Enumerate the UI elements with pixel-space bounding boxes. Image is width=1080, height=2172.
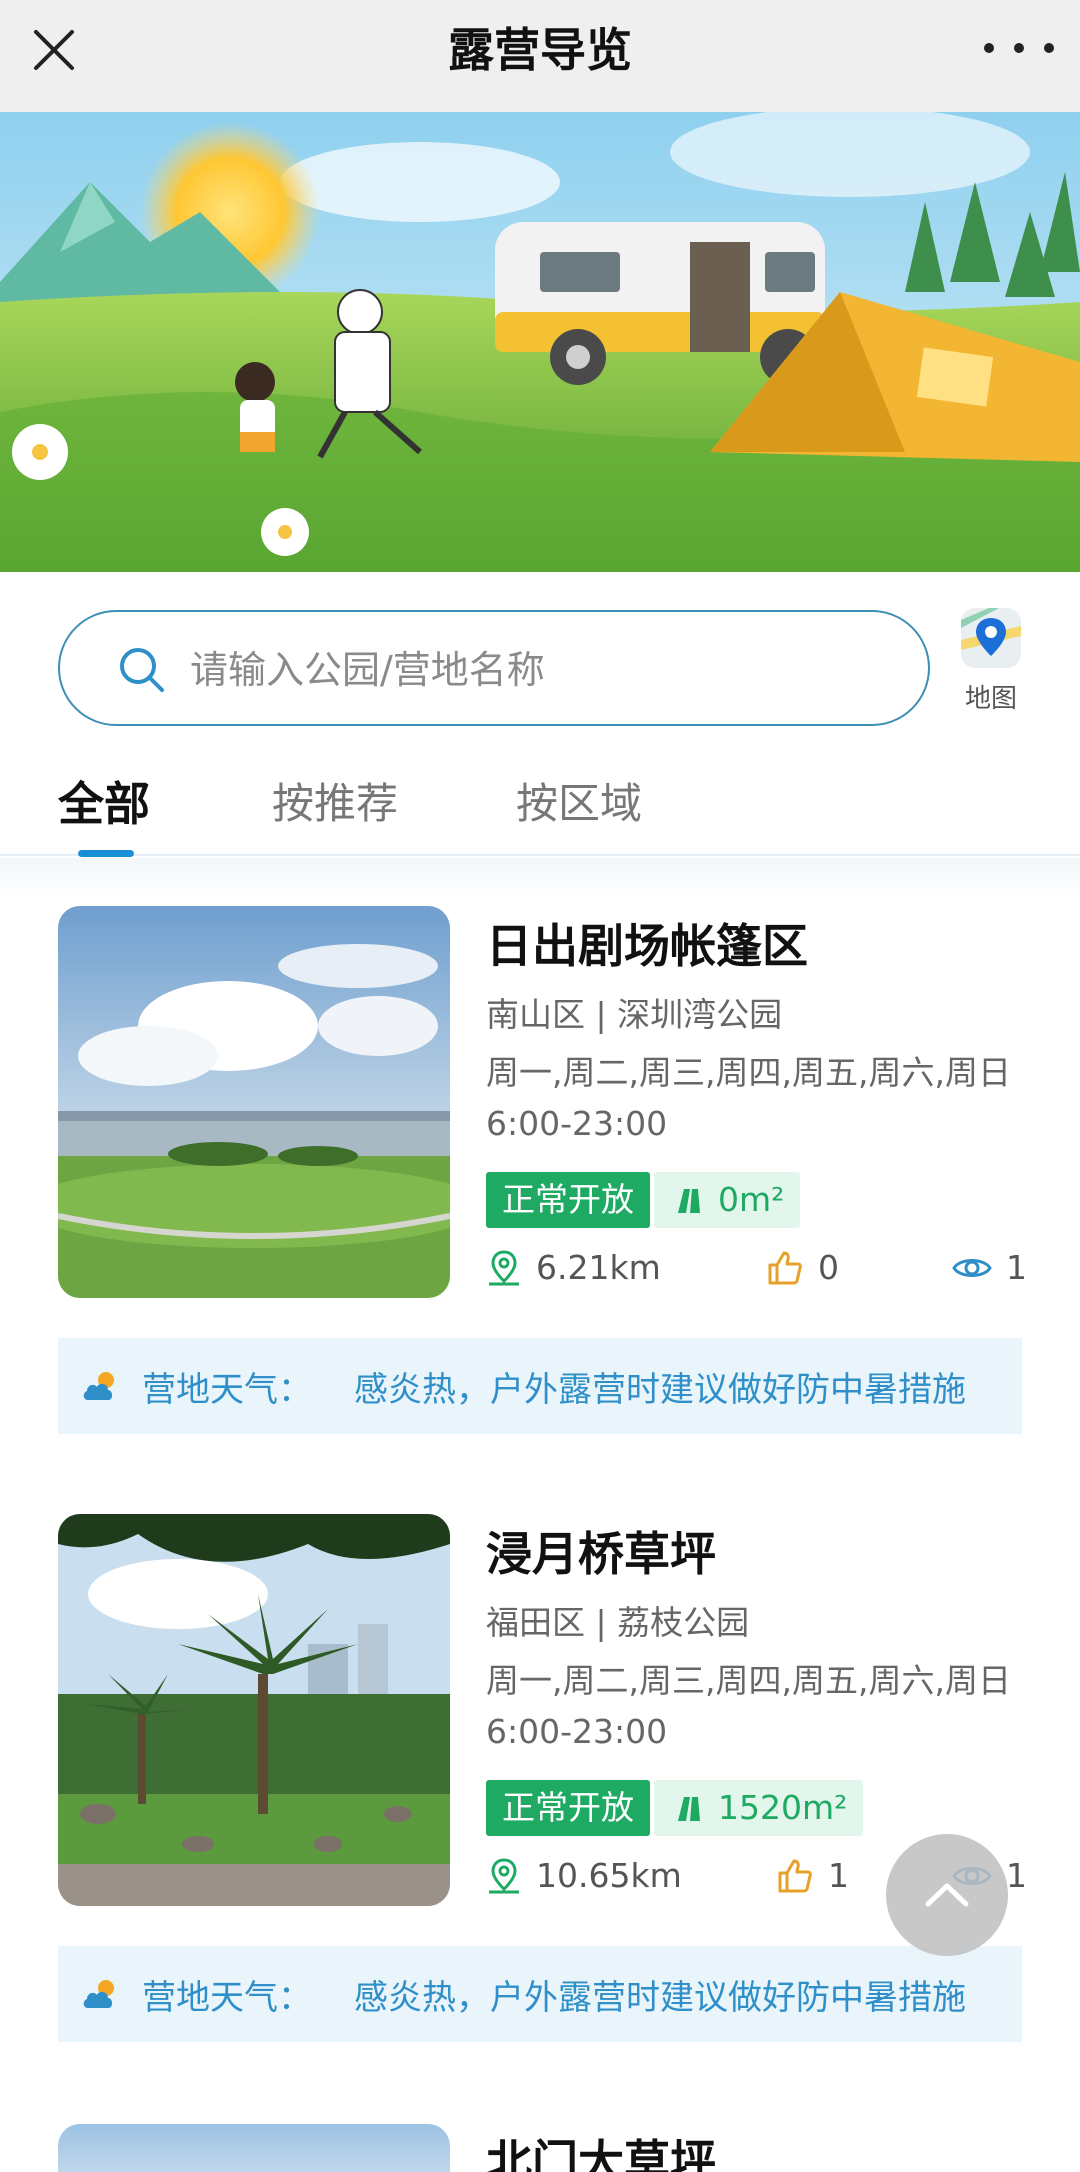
- like-count: 1: [828, 1856, 849, 1895]
- like-stat[interactable]: 1: [776, 1856, 849, 1895]
- map-label: 地图: [964, 684, 1017, 714]
- search-input[interactable]: [190, 640, 890, 700]
- campsite-card[interactable]: 浸月桥草坪 福田区 | 荔枝公园 周一,周二,周三,周四,周五,周六,周日 6:…: [0, 1514, 1080, 2114]
- weather-bar: 营地天气： 感炎热，户外露营时建议做好防中暑措施: [58, 1946, 1022, 2042]
- page-title: 露营导览: [448, 23, 632, 77]
- distance-stat: 10.65km: [486, 1856, 682, 1895]
- view-count: 1: [1006, 1856, 1027, 1895]
- location-pin-icon: [489, 1857, 519, 1893]
- campsite-photo: [58, 906, 450, 1298]
- weather-bar: 营地天气： 感炎热，户外露营时建议做好防中暑措施: [58, 1338, 1022, 1434]
- open-hours: 6:00-23:00: [486, 1104, 668, 1143]
- weather-cloud-icon: [83, 1980, 114, 2008]
- weather-text: 感炎热，户外露营时建议做好防中暑措施: [354, 1978, 966, 2018]
- campsite-location: 南山区 | 深圳湾公园: [486, 995, 783, 1034]
- distance-value: 6.21km: [536, 1248, 661, 1287]
- eye-icon: [952, 1258, 992, 1277]
- like-count: 0: [818, 1248, 839, 1287]
- campsite-title: 北门大草坪: [486, 2135, 716, 2172]
- open-hours: 6:00-23:00: [486, 1712, 668, 1751]
- view-stat: 1: [952, 1248, 1027, 1287]
- tab-recommended[interactable]: 按推荐: [272, 770, 398, 831]
- tab-by-region[interactable]: 按区域: [516, 770, 642, 831]
- back-to-top-button[interactable]: [886, 1834, 1008, 1956]
- campsite-card[interactable]: 日出剧场帐篷区 南山区 | 深圳湾公园 周一,周二,周三,周四,周五,周六,周日…: [0, 906, 1080, 1506]
- area-badge: 1520m²: [654, 1780, 864, 1836]
- camping-banner: [0, 112, 1080, 572]
- area-icon: [678, 1797, 700, 1821]
- open-days: 周一,周二,周三,周四,周五,周六,周日: [486, 1661, 1011, 1700]
- like-stat[interactable]: 0: [766, 1248, 839, 1287]
- weather-cloud-icon: [83, 1372, 114, 1400]
- area-icon: [678, 1189, 700, 1213]
- weather-label: 营地天气：: [142, 1978, 312, 2018]
- search-bar[interactable]: [58, 610, 930, 726]
- more-options-button[interactable]: [984, 28, 1054, 68]
- campsite-photo: [58, 1514, 450, 1906]
- view-count: 1: [1006, 1248, 1027, 1287]
- filter-tabs: 全部 按推荐 按区域: [0, 760, 1080, 857]
- location-pin-icon: [489, 1249, 519, 1285]
- thumbs-up-icon: [778, 1859, 812, 1892]
- top-nav-bar: 露营导览: [0, 0, 1080, 112]
- status-badge: 正常开放: [486, 1780, 650, 1836]
- search-icon: [120, 648, 164, 692]
- map-button[interactable]: 地图: [956, 606, 1026, 715]
- tab-all[interactable]: 全部: [58, 768, 150, 834]
- distance-stat: 6.21km: [486, 1248, 661, 1287]
- map-pin-icon: [961, 608, 1021, 668]
- thumbs-up-icon: [768, 1251, 802, 1284]
- more-dots-icon: [984, 43, 994, 53]
- campsite-photo: [58, 2124, 450, 2172]
- weather-text: 感炎热，户外露营时建议做好防中暑措施: [354, 1370, 966, 1410]
- weather-label: 营地天气：: [142, 1370, 312, 1410]
- area-badge: 0m²: [654, 1172, 801, 1228]
- distance-value: 10.65km: [536, 1856, 682, 1895]
- area-value: 0m²: [718, 1180, 785, 1219]
- active-tab-indicator: [78, 850, 134, 857]
- campsite-title: 浸月桥草坪: [486, 1527, 716, 1581]
- open-days: 周一,周二,周三,周四,周五,周六,周日: [486, 1053, 1011, 1092]
- area-value: 1520m²: [718, 1788, 848, 1827]
- campsite-location: 福田区 | 荔枝公园: [486, 1603, 750, 1642]
- chevron-up-icon: [925, 1883, 969, 1907]
- campsite-title: 日出剧场帐篷区: [486, 919, 808, 973]
- status-badge: 正常开放: [486, 1172, 650, 1228]
